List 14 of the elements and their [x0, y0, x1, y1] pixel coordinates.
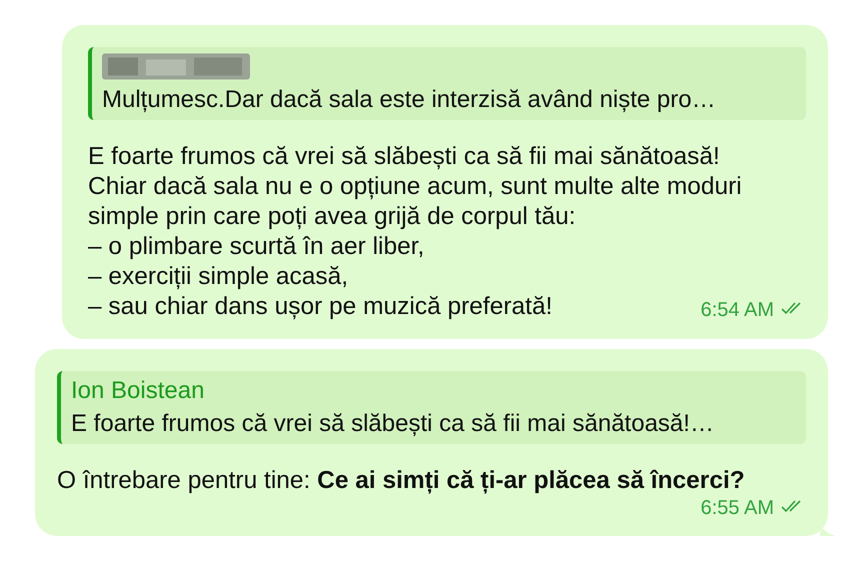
reply-quote[interactable]: Ion Boistean E foarte frumos că vrei să slăbești ca să fii mai sănătoasă!…	[57, 371, 806, 444]
reply-text: E foarte frumos că vrei să slăbești ca să fii mai sănătoasă!…	[71, 409, 714, 439]
message-text: E foarte frumos că vrei să slăbești ca să fii mai sănătoasă!	[88, 142, 721, 172]
reply-sender: Ion Boistean	[71, 376, 204, 406]
message-text: – sau chiar dans ușor pe muzică preferată!	[88, 292, 552, 322]
reply-text: Mulțumesc.Dar dacă sala este interzisă având niște pro…	[102, 85, 716, 115]
message-text: O întrebare pentru tine: Ce ai simți că ți-ar plăcea să încerci?	[57, 466, 746, 496]
message-time: 6:54 AM	[700, 298, 774, 322]
message-text: – o plimbare scurtă în aer liber,	[88, 232, 426, 262]
message-text: – exerciții simple acasă,	[88, 262, 350, 292]
reply-quote[interactable]: Mulțumesc.Dar dacă sala este interzisă având niște pro…	[88, 47, 806, 120]
message-text: Chiar dacă sala nu e o opțiune acum, sunt multe alte moduri	[88, 172, 743, 202]
message-time: 6:55 AM	[700, 496, 774, 520]
message-text: simple prin care poți avea grijă de corpul tău:	[88, 202, 577, 232]
